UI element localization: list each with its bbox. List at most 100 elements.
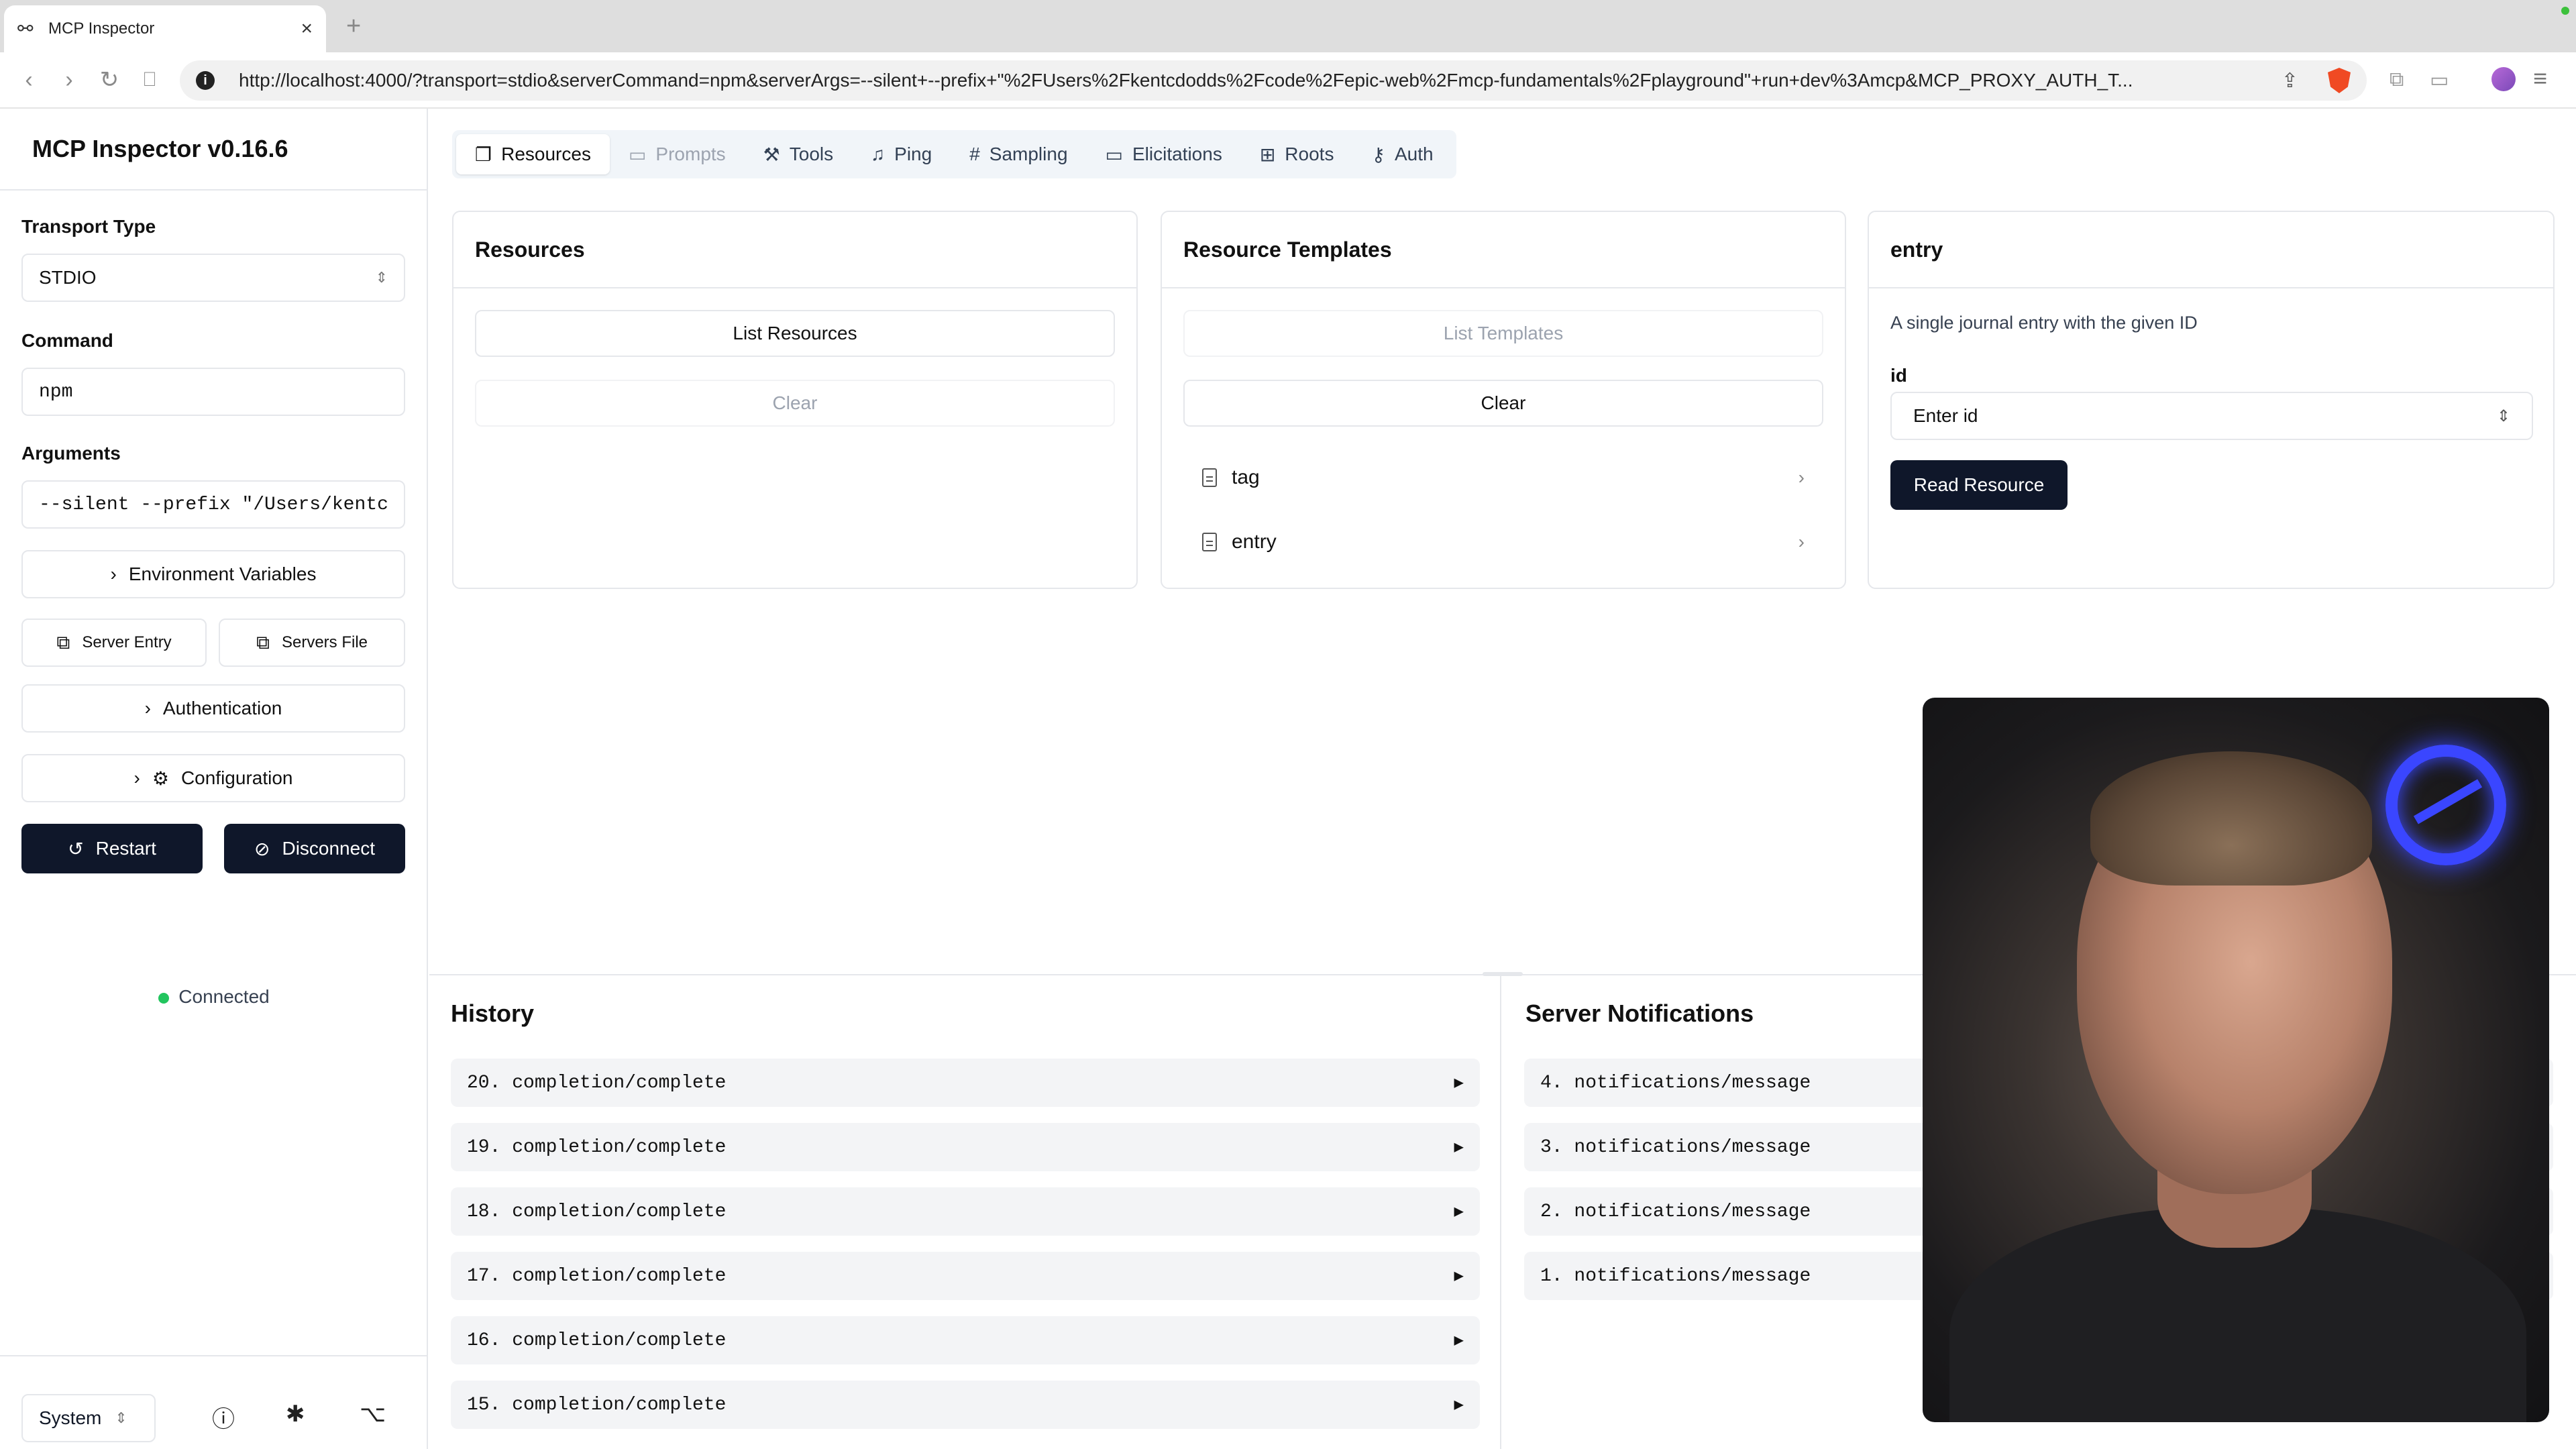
list-templates-button[interactable]: List Templates xyxy=(1183,310,1823,357)
share-icon[interactable]: ⇪ xyxy=(2282,69,2298,93)
tab-roots-label: Roots xyxy=(1285,144,1334,164)
app-title: MCP Inspector v0.16.6 xyxy=(32,135,288,162)
forward-icon[interactable]: › xyxy=(52,63,86,97)
tab-ping-label: Ping xyxy=(894,144,932,164)
tab-prompts[interactable]: ▭ Prompts xyxy=(610,134,745,174)
expand-arrow-icon[interactable]: ▶ xyxy=(1454,1137,1464,1157)
history-panel: History 20. completion/complete ▶ 19. com… xyxy=(429,975,1501,1449)
copy-icon: ⧉ xyxy=(256,631,270,653)
unplug-icon: ⊘ xyxy=(254,838,270,859)
resources-card: Resources List Resources Clear xyxy=(452,211,1138,589)
key-icon: ⚷ xyxy=(1371,144,1385,165)
expand-arrow-icon[interactable]: ▶ xyxy=(1454,1201,1464,1222)
server-entry-button[interactable]: ⧉ Server Entry xyxy=(21,619,207,667)
history-row-text: 15. completion/complete xyxy=(467,1394,727,1415)
extensions-icon[interactable]: ⧉ xyxy=(2390,68,2404,91)
history-row-text: 16. completion/complete xyxy=(467,1330,727,1351)
disconnect-button[interactable]: ⊘ Disconnect xyxy=(224,824,405,873)
main-tabs: ❐ Resources ▭ Prompts ⚒ Tools ♫ Ping # S… xyxy=(452,130,1456,178)
brave-shield-icon[interactable] xyxy=(2328,68,2351,93)
template-item-tag[interactable]: tag › xyxy=(1183,451,1823,504)
chevron-right-icon: › xyxy=(1798,467,1805,488)
select-caret-icon: ⇕ xyxy=(115,1409,127,1426)
address-bar-row: ‹ › ↻ ⎕ i http://localhost:4000/?transpo… xyxy=(0,52,2576,109)
entry-card: entry A single journal entry with the gi… xyxy=(1868,211,2555,589)
bookmark-icon[interactable]: ⎕ xyxy=(133,63,166,97)
expand-arrow-icon[interactable]: ▶ xyxy=(1454,1330,1464,1350)
arguments-input[interactable]: --silent --prefix "/Users/kentc xyxy=(21,480,405,529)
configuration-button[interactable]: › ⚙ Configuration xyxy=(21,754,405,802)
history-row[interactable]: 20. completion/complete ▶ xyxy=(451,1059,1480,1107)
notification-row-text: 4. notifications/message xyxy=(1540,1072,1811,1093)
browser-tab[interactable]: ⚯ MCP Inspector × xyxy=(4,5,326,52)
sidebar-toggle-icon[interactable]: ▭ xyxy=(2430,68,2449,92)
gear-icon: ⚙ xyxy=(152,767,169,789)
id-combobox[interactable]: Enter id ⇕ xyxy=(1890,392,2533,440)
tab-auth[interactable]: ⚷ Auth xyxy=(1352,134,1452,174)
restart-label: Restart xyxy=(95,838,156,859)
history-row[interactable]: 16. completion/complete ▶ xyxy=(451,1316,1480,1364)
notification-row-text: 1. notifications/message xyxy=(1540,1265,1811,1287)
bell-icon: ♫ xyxy=(871,144,885,164)
expand-arrow-icon[interactable]: ▶ xyxy=(1454,1266,1464,1286)
authentication-label: Authentication xyxy=(162,698,282,718)
clear-resources-button[interactable]: Clear xyxy=(475,380,1115,427)
read-resource-button[interactable]: Read Resource xyxy=(1890,460,2068,510)
folder-tree-icon: ⊞ xyxy=(1259,144,1276,165)
tab-sampling[interactable]: # Sampling xyxy=(951,134,1086,174)
reload-icon[interactable]: ↻ xyxy=(93,63,126,97)
restart-button[interactable]: ↺ Restart xyxy=(21,824,203,873)
chevron-right-icon: › xyxy=(110,564,117,584)
status-text: Connected xyxy=(178,986,270,1007)
environment-variables-label: Environment Variables xyxy=(128,564,317,584)
configuration-label: Configuration xyxy=(180,767,293,788)
expand-arrow-icon[interactable]: ▶ xyxy=(1454,1395,1464,1415)
authentication-button[interactable]: › Authentication xyxy=(21,684,405,733)
tab-resources[interactable]: ❐ Resources xyxy=(456,134,610,174)
browser-tab-title: MCP Inspector xyxy=(48,19,155,38)
close-tab-icon[interactable]: × xyxy=(301,17,313,40)
list-resources-button[interactable]: List Resources xyxy=(475,310,1115,357)
bug-icon[interactable]: ✱ xyxy=(286,1401,305,1428)
select-caret-icon: ⇕ xyxy=(2496,407,2510,425)
history-title: History xyxy=(451,1000,535,1027)
clear-templates-button[interactable]: Clear xyxy=(1183,380,1823,427)
sidebar: MCP Inspector v0.16.6 Transport Type STD… xyxy=(0,109,428,1449)
history-row[interactable]: 15. completion/complete ▶ xyxy=(451,1381,1480,1429)
tab-tools[interactable]: ⚒ Tools xyxy=(745,134,852,174)
profile-avatar[interactable] xyxy=(2491,67,2516,91)
chevron-right-icon: › xyxy=(133,767,140,788)
recording-indicator xyxy=(2561,7,2569,15)
url-text[interactable]: http://localhost:4000/?transport=stdio&s… xyxy=(239,70,2268,91)
chevron-right-icon: › xyxy=(1798,531,1805,552)
tab-roots[interactable]: ⊞ Roots xyxy=(1241,134,1353,174)
back-icon[interactable]: ‹ xyxy=(12,63,46,97)
command-label: Command xyxy=(21,330,113,351)
transport-type-select[interactable]: STDIO ⇕ xyxy=(21,254,405,302)
presenter-hair xyxy=(2090,751,2372,885)
help-icon[interactable]: ⓘ xyxy=(212,1401,235,1434)
command-input[interactable]: npm xyxy=(21,368,405,416)
template-item-entry[interactable]: entry › xyxy=(1183,515,1823,569)
history-row-text: 20. completion/complete xyxy=(467,1072,727,1093)
theme-select[interactable]: System ⇕ xyxy=(21,1394,156,1442)
resource-templates-title: Resource Templates xyxy=(1162,212,1845,288)
history-row-text: 18. completion/complete xyxy=(467,1201,727,1222)
entry-description: A single journal entry with the given ID xyxy=(1890,313,2198,333)
history-row[interactable]: 17. completion/complete ▶ xyxy=(451,1252,1480,1300)
expand-arrow-icon[interactable]: ▶ xyxy=(1454,1073,1464,1093)
tab-elicitations[interactable]: ▭ Elicitations xyxy=(1087,134,1241,174)
servers-file-button[interactable]: ⧉ Servers File xyxy=(219,619,405,667)
url-bar[interactable]: i http://localhost:4000/?transport=stdio… xyxy=(180,60,2367,101)
history-row[interactable]: 18. completion/complete ▶ xyxy=(451,1187,1480,1236)
tab-resources-label: Resources xyxy=(501,144,591,164)
rotate-ccw-icon: ↺ xyxy=(68,838,84,859)
select-caret-icon: ⇕ xyxy=(375,269,388,286)
site-info-icon[interactable]: i xyxy=(196,71,215,90)
environment-variables-button[interactable]: › Environment Variables xyxy=(21,550,405,598)
github-icon[interactable]: ⌥ xyxy=(360,1401,386,1428)
browser-menu-icon[interactable]: ≡ xyxy=(2533,64,2547,93)
history-row[interactable]: 19. completion/complete ▶ xyxy=(451,1123,1480,1171)
new-tab-icon[interactable]: + xyxy=(346,12,361,41)
tab-ping[interactable]: ♫ Ping xyxy=(852,134,951,174)
